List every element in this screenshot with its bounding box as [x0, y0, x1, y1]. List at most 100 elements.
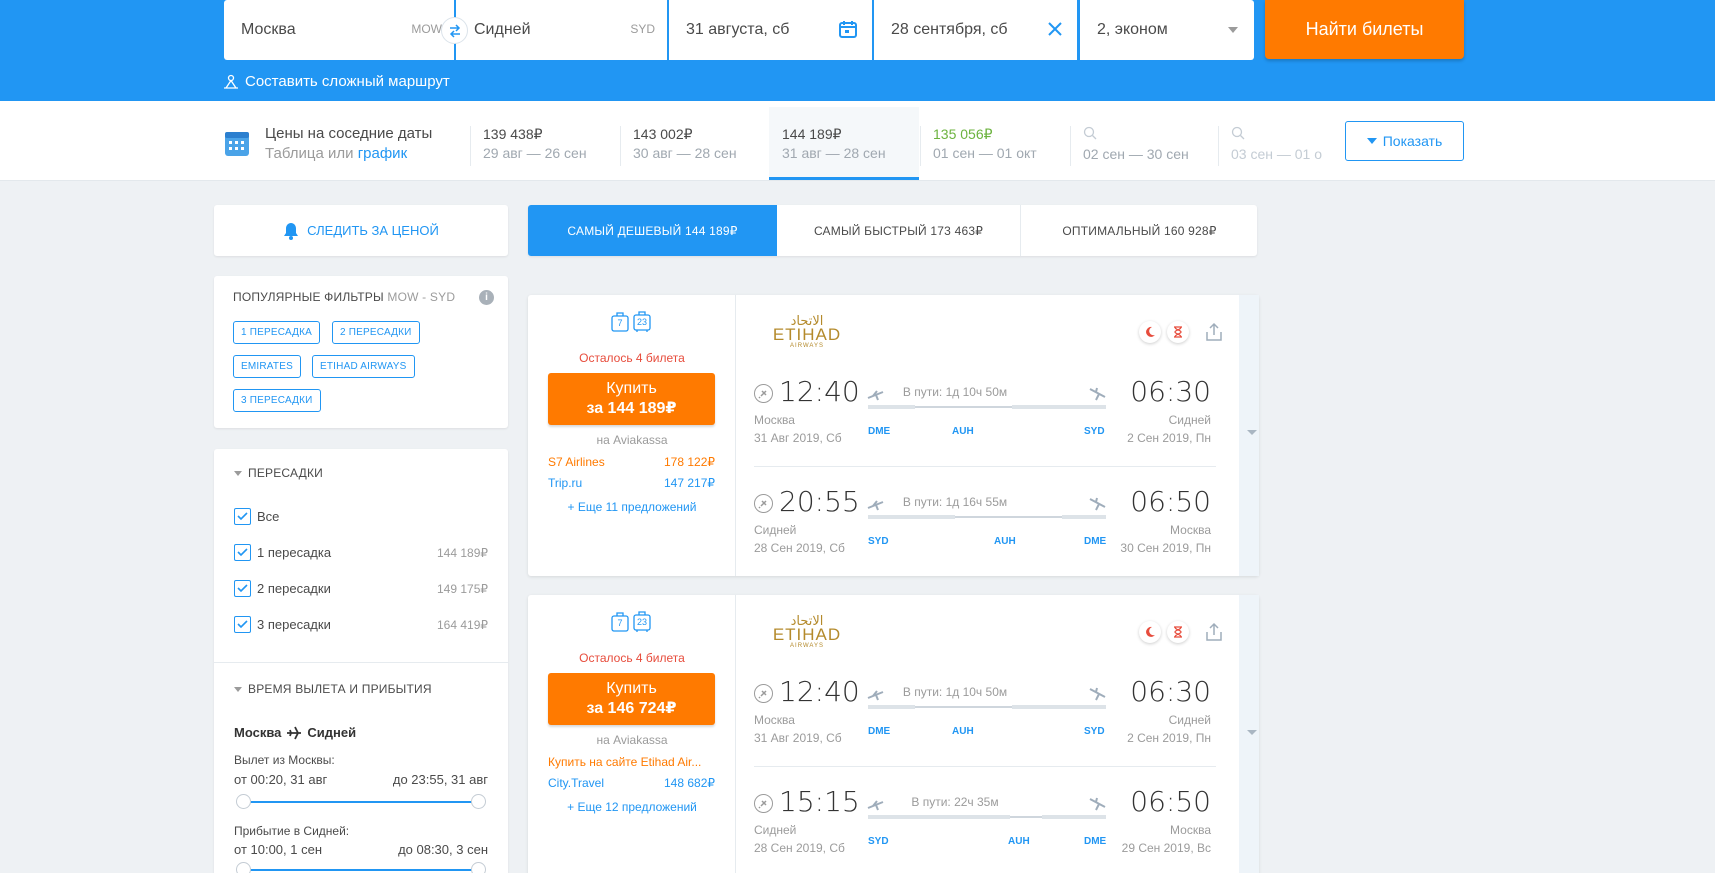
date-range: 01 сен — 01 окт — [933, 145, 1037, 161]
arrival-city: Москва — [1170, 523, 1211, 537]
slider-handle-min[interactable] — [236, 862, 251, 873]
pin-icon[interactable] — [754, 384, 773, 403]
airport-code: DME — [868, 426, 891, 437]
ticket-card[interactable]: 7 23 Осталось 4 билета Купить за 144 189… — [528, 295, 1259, 576]
filter-tag[interactable]: EMIRATES — [233, 355, 301, 378]
buy-button[interactable]: Купить за 144 189₽ — [548, 373, 715, 425]
slider-handle-max[interactable] — [471, 862, 486, 873]
checkbox-icon[interactable] — [234, 508, 251, 525]
expand-strip[interactable] — [1239, 295, 1259, 576]
seats-left: Осталось 4 билета — [579, 351, 685, 365]
handbag-weight: 7 — [617, 318, 623, 328]
share-icon[interactable] — [1205, 622, 1223, 645]
time-section-header[interactable]: ВРЕМЯ ВЫЛЕТА И ПРИБЫТИЯ — [234, 682, 432, 696]
offer-name[interactable]: Trip.ru — [548, 476, 582, 490]
tab-fastest[interactable]: САМЫЙ БЫСТРЫЙ 173 463₽ — [777, 205, 1021, 256]
date-price: 144 189₽ — [782, 126, 842, 142]
origin-field[interactable]: Москва MOW — [224, 0, 454, 60]
route-heading: Москва Сидней — [234, 725, 356, 740]
tab-cheapest[interactable]: САМЫЙ ДЕШЕВЫЙ 144 189₽ — [528, 205, 777, 256]
tab-label: ОПТИМАЛЬНЫЙ — [1062, 223, 1161, 238]
divider — [214, 662, 508, 663]
return-date-field[interactable]: 28 сентября, сб — [874, 0, 1077, 60]
depart-date-field[interactable]: 31 августа, сб — [669, 0, 872, 60]
airport-code: AUH — [952, 426, 974, 437]
offer-row[interactable]: City.Travel 148 682₽ — [548, 776, 715, 790]
tab-optimal[interactable]: ОПТИМАЛЬНЫЙ 160 928₽ — [1022, 205, 1257, 256]
checkbox-icon[interactable] — [234, 544, 251, 561]
stops-checkbox-all[interactable]: Все — [234, 508, 279, 525]
chart-link[interactable]: график — [358, 145, 407, 162]
pin-icon[interactable] — [754, 494, 773, 513]
more-offers-link[interactable]: + Еще 11 предложений — [528, 500, 736, 514]
stops-section-header[interactable]: ПЕРЕСАДКИ — [234, 466, 323, 480]
stops-checkbox-1[interactable]: 1 пересадка — [234, 544, 331, 561]
show-button[interactable]: Показать — [1345, 121, 1464, 161]
date-cell[interactable]: 135 056₽ 01 сен — 01 окт — [920, 126, 1037, 166]
offer-row[interactable]: Trip.ru 147 217₽ — [548, 476, 715, 490]
date-range: 29 авг — 26 сен — [483, 145, 587, 161]
clear-date-icon[interactable] — [1047, 21, 1063, 42]
route-line — [868, 815, 1106, 819]
dep-label: Вылет из Москвы: — [234, 753, 335, 767]
swap-icon[interactable] — [441, 17, 468, 44]
filter-tag[interactable]: 2 ПЕРЕСАДКИ — [332, 321, 420, 344]
chevron-down-icon — [234, 470, 242, 476]
share-icon[interactable] — [1205, 322, 1223, 345]
route-from: Москва — [234, 725, 282, 740]
filter-tag[interactable]: ETIHAD AIRWAYS — [312, 355, 415, 378]
more-offers-link[interactable]: + Еще 12 предложений — [528, 800, 736, 814]
passengers-field[interactable]: 2, эконом — [1080, 0, 1254, 60]
departure-time: 12:40 — [779, 675, 860, 708]
arrival-slider[interactable] — [236, 862, 486, 873]
arrival-date: 30 Сен 2019, Пн — [1120, 541, 1211, 555]
pin-icon[interactable] — [754, 794, 773, 813]
handbag-icon: 7 — [611, 310, 629, 332]
date-cell[interactable]: 139 438₽ 29 авг — 26 сен — [470, 126, 587, 166]
divider — [754, 466, 1216, 467]
date-price: 135 056₽ — [933, 126, 993, 142]
offer-row[interactable]: S7 Airlines 178 122₽ — [548, 455, 715, 469]
checkbox-icon[interactable] — [234, 616, 251, 633]
table-link[interactable]: Таблица — [265, 145, 324, 162]
sort-tabs: САМЫЙ ДЕШЕВЫЙ 144 189₽ САМЫЙ БЫСТРЫЙ 173… — [528, 205, 1257, 256]
departure-date: 28 Сен 2019, Сб — [754, 841, 845, 855]
date-cell[interactable]: 143 002₽ 30 авг — 28 сен — [620, 126, 737, 166]
stops-checkbox-3[interactable]: 3 пересадки — [234, 616, 331, 633]
expand-strip[interactable] — [1239, 595, 1259, 873]
baggage-icons: 7 23 — [611, 610, 651, 632]
calendar-icon[interactable] — [838, 19, 858, 44]
track-price-button[interactable]: СЛЕДИТЬ ЗА ЦЕНОЙ — [214, 205, 508, 256]
filter-tag[interactable]: 1 ПЕРЕСАДКА — [233, 321, 321, 344]
seats-left: Осталось 4 билета — [579, 651, 685, 665]
destination-field[interactable]: Сидней SYD — [456, 0, 667, 60]
slider-handle-min[interactable] — [236, 794, 251, 809]
checkbox-icon[interactable] — [234, 580, 251, 597]
filter-tag[interactable]: 3 ПЕРЕСАДКИ — [233, 389, 321, 412]
info-icon[interactable]: i — [479, 290, 494, 305]
stops-price: 144 189₽ — [436, 546, 488, 560]
offer-row[interactable]: Купить на сайте Etihad Air... — [548, 755, 715, 769]
buy-button[interactable]: Купить за 146 724₽ — [548, 673, 715, 725]
airline-logo: الاتحاد ETIHAD AIRWAYS — [767, 314, 847, 349]
date-cell[interactable]: 03 сен — 01 о — [1218, 126, 1328, 166]
departure-city: Сидней — [754, 523, 797, 537]
offer-name[interactable]: City.Travel — [548, 776, 604, 790]
handbag-icon: 7 — [611, 610, 629, 632]
offer-name[interactable]: S7 Airlines — [548, 455, 605, 469]
chevron-down-icon — [1247, 430, 1257, 435]
stops-checkbox-2[interactable]: 2 пересадки — [234, 580, 331, 597]
search-button[interactable]: Найти билеты — [1265, 0, 1464, 59]
ticket-card[interactable]: 7 23 Осталось 4 билета Купить за 146 724… — [528, 595, 1259, 873]
offer-name[interactable]: Купить на сайте Etihad Air... — [548, 755, 701, 769]
complex-route-link[interactable]: Составить сложный маршрут — [223, 73, 450, 90]
pin-icon[interactable] — [754, 684, 773, 703]
calendar-grid-icon — [224, 129, 250, 160]
buy-price: за 146 724₽ — [586, 700, 677, 717]
slider-handle-max[interactable] — [471, 794, 486, 809]
date-cell-selected[interactable]: 144 189₽ 31 авг — 28 сен — [770, 126, 886, 166]
departure-slider[interactable] — [236, 794, 486, 809]
date-cell[interactable]: 02 сен — 30 сен — [1070, 126, 1189, 166]
landing-icon — [1089, 497, 1107, 514]
origin-code: MOW — [411, 22, 442, 36]
